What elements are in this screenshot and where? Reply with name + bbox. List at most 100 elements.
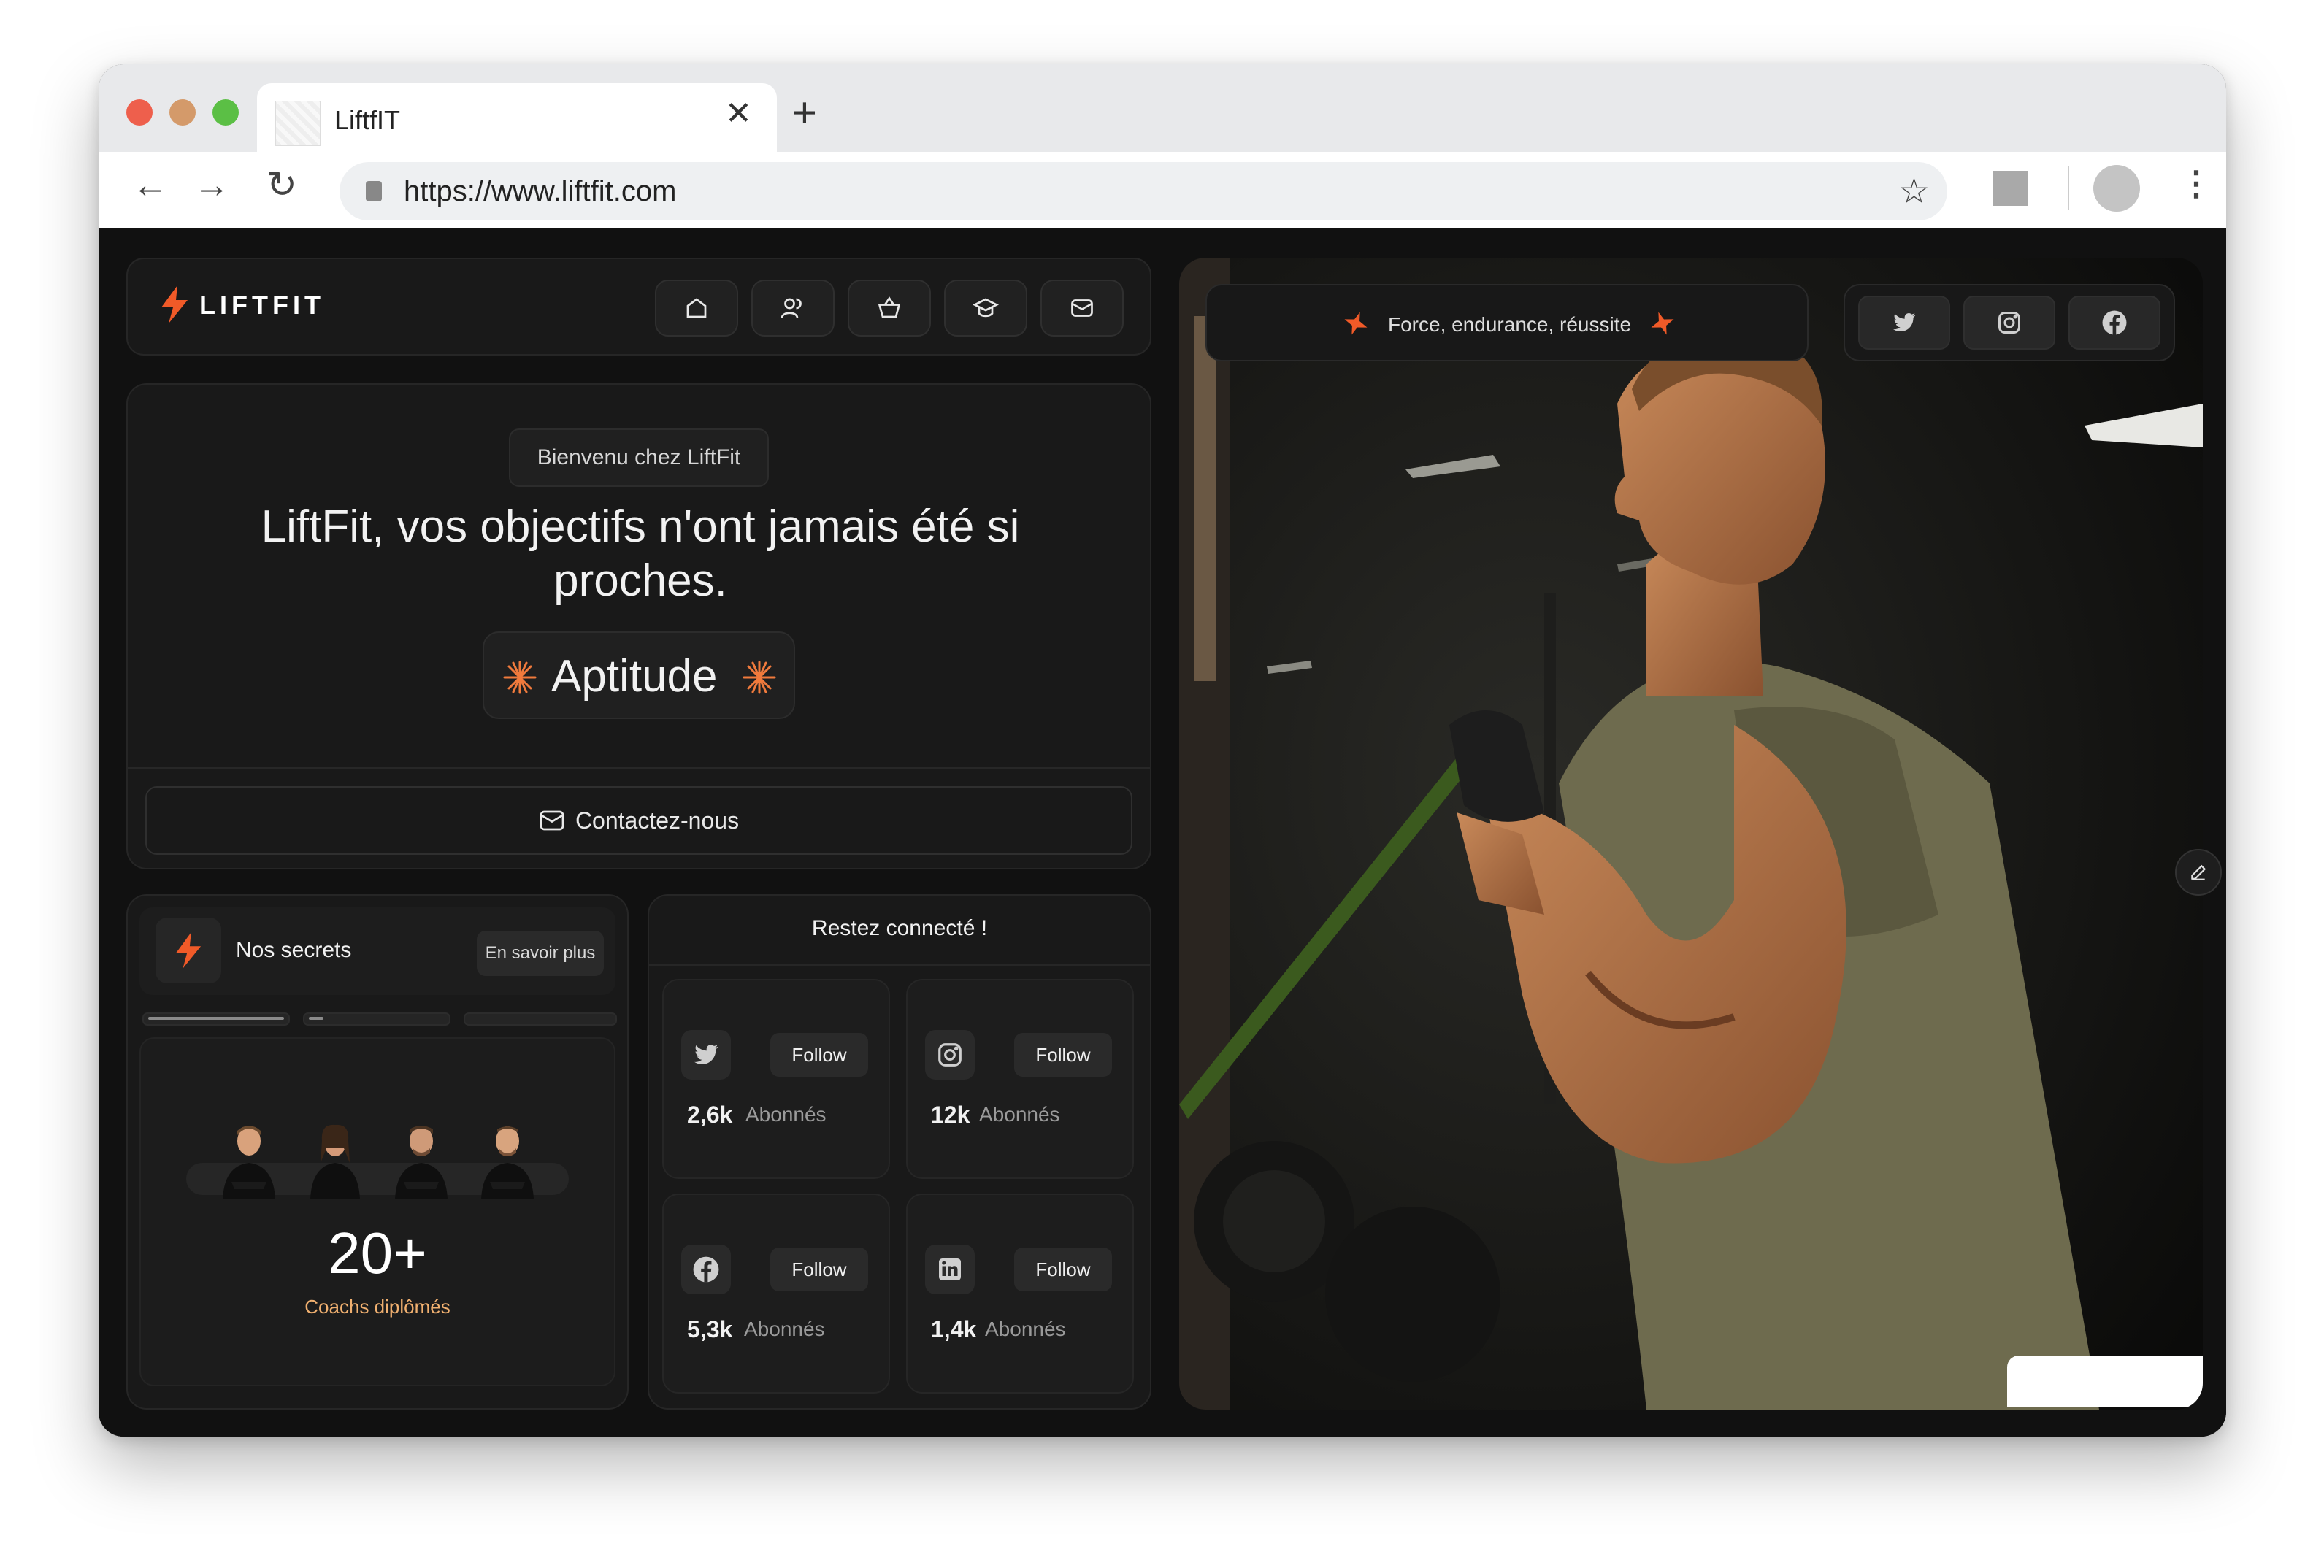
progress-bar	[142, 1012, 290, 1026]
coach-avatar	[481, 1126, 534, 1199]
subscriber-count: 2,6k	[687, 1102, 733, 1128]
profile-avatar[interactable]	[2093, 165, 2140, 212]
social-title: Restez connecté !	[811, 916, 988, 940]
tagline-text: Force, endurance, réussite	[1388, 313, 1632, 336]
nav-home-button[interactable]	[655, 280, 738, 337]
coach-avatars	[218, 1119, 540, 1199]
coaches-label: Coachs diplômés	[304, 1296, 450, 1318]
bookmark-star-icon[interactable]: ☆	[1898, 171, 1930, 212]
social-card-facebook: Follow 5,3k Abonnés	[662, 1194, 890, 1394]
browser-window: LiftfIT ✕ + ← → ↻ https://www.liftfit.co…	[99, 64, 2226, 1437]
follow-button[interactable]: Follow	[1014, 1248, 1112, 1291]
hero-card: Bienvenu chez LiftFit LiftFit, vos objec…	[126, 383, 1151, 869]
extension-icon[interactable]	[1993, 171, 2028, 206]
coaches-panel: 20+ Coachs diplômés	[139, 1037, 615, 1386]
keyword-badge: Aptitude	[483, 631, 795, 719]
logo-bolt-icon	[161, 285, 188, 323]
bolt-badge	[156, 918, 221, 983]
contact-button-label: Contactez-nous	[575, 807, 740, 834]
hero-photo: Force, endurance, réussite	[1179, 258, 2203, 1410]
twitter-icon	[681, 1030, 731, 1080]
hero-title: LiftFit, vos objectifs n'ont jamais été …	[261, 501, 1020, 606]
athlete-illustration	[1179, 258, 2203, 1410]
subscriber-count: 1,4k	[931, 1316, 977, 1342]
subscriber-count: 12k	[931, 1102, 970, 1128]
subscriber-label: Abonnés	[744, 1318, 825, 1340]
secrets-label: Nos secrets	[236, 938, 352, 962]
nav-contact-button[interactable]	[1040, 280, 1124, 337]
facebook-link[interactable]	[2068, 296, 2160, 350]
social-card: Restez connecté ! Follow 2,6k Abonnés Fo…	[648, 894, 1151, 1410]
maximize-window-button[interactable]	[212, 99, 239, 126]
close-window-button[interactable]	[126, 99, 153, 126]
url-field[interactable]: https://www.liftfit.com ☆	[340, 162, 1947, 220]
social-card-instagram: Follow 12k Abonnés	[906, 979, 1134, 1179]
minimize-window-button[interactable]	[169, 99, 196, 126]
subscriber-label: Abonnés	[745, 1103, 827, 1126]
sparkle-icon	[743, 661, 776, 694]
facebook-icon	[2102, 310, 2127, 335]
tab-title: LiftfIT	[334, 105, 401, 135]
tab-bar: LiftfIT ✕ +	[99, 64, 2226, 152]
back-icon[interactable]: ←	[132, 166, 169, 203]
new-tab-icon[interactable]: +	[792, 92, 817, 134]
address-bar: ← → ↻ https://www.liftfit.com ☆ ⋮	[99, 152, 2226, 228]
site-header: LIFTFIT	[126, 258, 1151, 356]
progress-bar	[464, 1012, 617, 1026]
basket-icon	[878, 296, 901, 318]
photo-social-links	[1844, 284, 2175, 361]
facebook-icon	[681, 1245, 731, 1294]
hero-divider	[128, 767, 1150, 769]
twitter-link[interactable]	[1858, 296, 1950, 350]
follow-button[interactable]: Follow	[1014, 1033, 1112, 1077]
badge-placeholder	[2007, 1356, 2203, 1407]
subscriber-count: 5,3k	[687, 1316, 733, 1342]
social-card-linkedin: Follow 1,4k Abonnés	[906, 1194, 1134, 1394]
bolt-icon	[175, 932, 202, 969]
star-icon	[1344, 312, 1368, 335]
secrets-card: Nos secrets En savoir plus 20+ Coachs di…	[126, 894, 629, 1410]
edit-button[interactable]	[2175, 849, 2222, 896]
tagline-pill: Force, endurance, réussite	[1205, 284, 1809, 361]
reload-icon[interactable]: ↻	[266, 166, 297, 203]
coach-avatar	[223, 1126, 275, 1199]
social-card-twitter: Follow 2,6k Abonnés	[662, 979, 890, 1179]
follow-button[interactable]: Follow	[770, 1033, 868, 1077]
instagram-icon	[925, 1030, 975, 1080]
nav-courses-button[interactable]	[944, 280, 1027, 337]
home-icon	[686, 298, 707, 318]
graduation-cap-icon	[973, 298, 999, 318]
browser-menu-icon[interactable]: ⋮	[2179, 164, 2213, 203]
coach-avatar	[310, 1124, 360, 1199]
pencil-icon	[2191, 864, 2206, 880]
instagram-icon	[1998, 312, 2020, 334]
users-icon	[781, 298, 802, 318]
follow-button[interactable]: Follow	[770, 1248, 868, 1291]
progress-bar	[303, 1012, 450, 1026]
nav-team-button[interactable]	[751, 280, 835, 337]
star-icon	[1651, 312, 1674, 335]
subscriber-label: Abonnés	[979, 1103, 1060, 1126]
linkedin-icon	[925, 1245, 975, 1294]
instagram-link[interactable]	[1963, 296, 2055, 350]
social-divider	[649, 964, 1150, 966]
sparkle-icon	[503, 661, 537, 694]
welcome-badge: Bienvenu chez LiftFit	[509, 428, 769, 487]
page-content: LIFTFIT Bienvenu chez LiftFit LiftFit, v…	[99, 228, 2226, 1437]
mail-icon	[540, 810, 564, 831]
lock-icon	[366, 181, 382, 201]
learn-more-button[interactable]: En savoir plus	[477, 931, 604, 976]
mail-icon	[1071, 299, 1093, 317]
twitter-icon	[1893, 313, 1916, 332]
subscriber-label: Abonnés	[985, 1318, 1066, 1340]
nav-shop-button[interactable]	[848, 280, 931, 337]
forward-icon[interactable]: →	[193, 166, 230, 203]
toolbar-divider	[2068, 166, 2069, 210]
keyword-text: Aptitude	[551, 651, 718, 702]
coach-avatar	[395, 1126, 448, 1199]
contact-button[interactable]: Contactez-nous	[145, 786, 1132, 855]
url-text: https://www.liftfit.com	[404, 175, 677, 207]
coaches-count: 20+	[328, 1221, 427, 1285]
close-tab-icon[interactable]: ✕	[725, 98, 752, 130]
favicon-icon	[275, 101, 321, 146]
